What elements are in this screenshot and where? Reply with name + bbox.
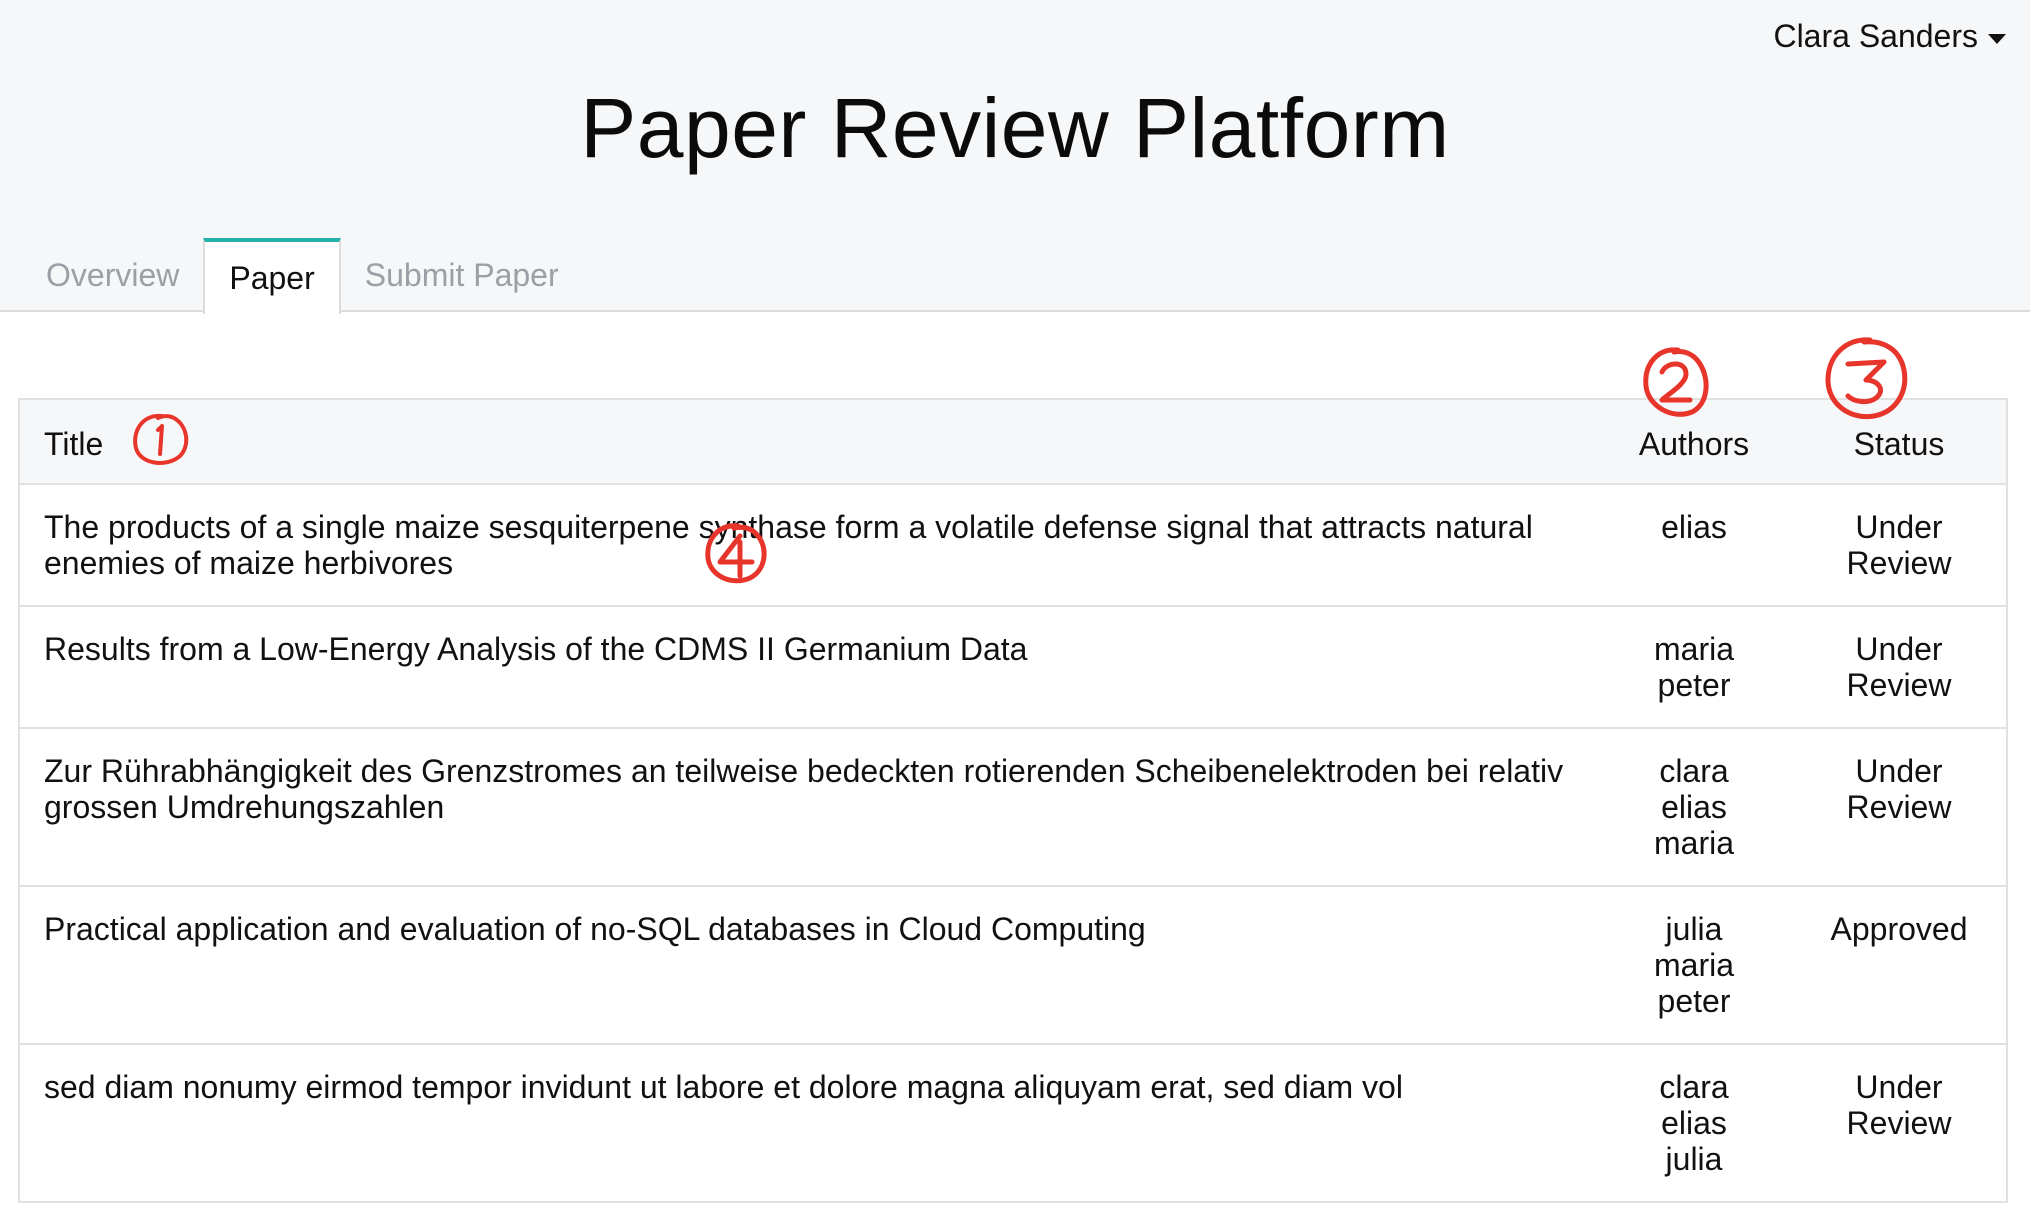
paper-title[interactable]: sed diam nonumy eirmod tempor invidunt u… <box>20 1044 1596 1201</box>
caret-down-icon <box>1988 33 2006 44</box>
paper-authors: clara elias maria <box>1596 728 1792 887</box>
author-name: julia <box>1665 911 1723 947</box>
table-row[interactable]: Zur Rührabhängigkeit des Grenzstromes an… <box>20 728 2006 887</box>
paper-title[interactable]: Zur Rührabhängigkeit des Grenzstromes an… <box>20 728 1596 887</box>
page: Clara Sanders Paper Review Platform Over… <box>0 0 2030 1222</box>
table-row[interactable]: sed diam nonumy eirmod tempor invidunt u… <box>20 1044 2006 1201</box>
paper-status: Under Review <box>1792 728 2006 887</box>
paper-status: Approved <box>1792 886 2006 1045</box>
paper-title[interactable]: The products of a single maize sesquiter… <box>20 484 1596 607</box>
tab-overview[interactable]: Overview <box>22 238 203 312</box>
tab-submit-paper[interactable]: Submit Paper <box>341 238 583 312</box>
table-row[interactable]: Practical application and evaluation of … <box>20 886 2006 1045</box>
table-row[interactable]: Results from a Low-Energy Analysis of th… <box>20 606 2006 729</box>
tab-bar: Overview Paper Submit Paper <box>22 238 583 314</box>
paper-authors: julia maria peter <box>1596 886 1792 1045</box>
paper-status: Under Review <box>1792 484 2006 607</box>
author-name: elias <box>1661 509 1727 545</box>
author-name: maria <box>1653 631 1734 667</box>
table-header-row: Title Authors Status <box>20 400 2006 485</box>
author-name: maria <box>1653 825 1734 861</box>
paper-title[interactable]: Results from a Low-Energy Analysis of th… <box>20 606 1596 729</box>
paper-authors: elias <box>1596 484 1792 607</box>
paper-status: Under Review <box>1792 606 2006 729</box>
user-menu[interactable]: Clara Sanders <box>1773 18 2006 55</box>
paper-title[interactable]: Practical application and evaluation of … <box>20 886 1596 1045</box>
author-name: julia <box>1665 1141 1723 1177</box>
papers-table: Title Authors Status The products of a s… <box>18 398 2008 1203</box>
author-name: peter <box>1657 667 1731 703</box>
author-name: peter <box>1657 983 1731 1019</box>
column-header-title[interactable]: Title <box>20 400 1596 485</box>
author-name: elias <box>1661 789 1727 825</box>
paper-authors: maria peter <box>1596 606 1792 729</box>
paper-status: Under Review <box>1846 1069 1952 1141</box>
app-title: Paper Review Platform <box>580 81 1450 175</box>
author-name: maria <box>1653 947 1734 983</box>
author-name: elias <box>1661 1105 1727 1141</box>
user-name: Clara Sanders <box>1773 18 1978 54</box>
paper-authors: clara elias julia <box>1596 1044 1792 1201</box>
author-name: clara <box>1659 753 1729 789</box>
header: Clara Sanders Paper Review Platform Over… <box>0 0 2030 314</box>
author-name: clara <box>1659 1069 1729 1105</box>
column-header-status[interactable]: Status <box>1792 400 2006 485</box>
tab-paper[interactable]: Paper <box>203 238 341 314</box>
table-row[interactable]: The products of a single maize sesquiter… <box>20 484 2006 607</box>
column-header-authors[interactable]: Authors <box>1596 400 1792 485</box>
